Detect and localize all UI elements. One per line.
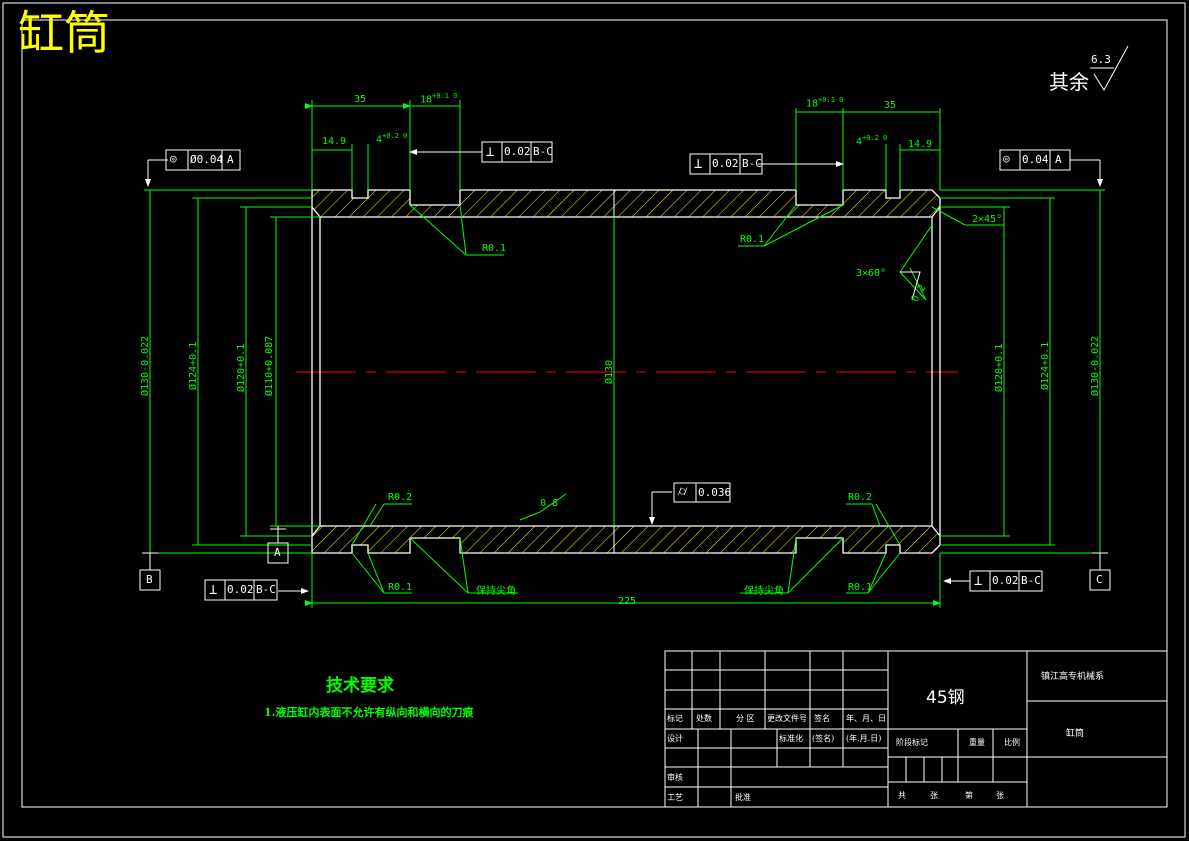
roughness-label: 其余 (1049, 70, 1089, 94)
drawing-title: 缸筒 (18, 6, 110, 60)
dim-length: 225 (618, 596, 637, 607)
tol-top-left-perp-datum: B-C (533, 145, 553, 158)
tb-label-mark: 标记 (667, 714, 683, 723)
tb-label-weight: 重量 (969, 738, 985, 747)
dim-right-130: Ø130-0.022 (1090, 335, 1101, 396)
roughness-value: 6.3 (1091, 53, 1111, 66)
tb-label-total: 共 (898, 791, 906, 800)
dim-top-right-14-9: 14.9 (908, 139, 933, 150)
datum-c: C (1096, 573, 1103, 586)
tol-top-right-perp-symbol: ⊥ (694, 156, 703, 172)
tol-left-coax-value: Ø0.04 (190, 153, 224, 166)
tb-label-date: 年、月、日 (846, 714, 886, 723)
dim-r01-b: R0.1 (740, 234, 765, 245)
datum-a: A (274, 546, 281, 559)
tb-label-design: 设计 (667, 734, 683, 743)
tb-label-stage-mark: 阶段标记 (896, 738, 928, 747)
tol-cyl-symbol: ⌭ (678, 484, 688, 499)
title-block-part-name: 缸筒 (1066, 729, 1085, 739)
tb-label-sheet: 张 (930, 791, 938, 800)
dim-mid-130: Ø130 (604, 359, 615, 384)
tb-label-standard: 标准化 (779, 734, 803, 743)
tb-label-change-doc: 更改文件号 (767, 714, 807, 723)
dim-top-left-4: 4+0.2 0 (376, 132, 408, 146)
dim-r01-d: R0.1 (848, 582, 873, 593)
tb-label-check: 审核 (667, 773, 683, 782)
tol-cyl-value: 0.036 (698, 486, 732, 499)
title-block-school: 镇江高专机械系 (1041, 672, 1105, 682)
outer-frame (2, 2, 1186, 838)
tol-right-coax-value: 0.04 (1022, 153, 1049, 166)
tb-label-sheet2: 张 (996, 791, 1004, 800)
dim-sharp-corner-a: 保持尖角 (476, 586, 516, 597)
dim-right-124: Ø124+0.1 (1040, 341, 1051, 390)
dim-chamfer-outer: 2×45° (972, 214, 1003, 225)
dim-chamfer-inner: 3×60° (856, 268, 887, 279)
tech-requirement-item: 1.液压缸内表面不允许有纵向和横向的刀痕 (264, 706, 474, 719)
dim-top-right-18: 18+0.1 0 (806, 96, 844, 110)
tol-top-left-perp-value: 0.02 (504, 145, 531, 158)
tol-left-coax-datum: A (227, 153, 234, 166)
tech-requirements-title: 技术要求 (326, 676, 394, 696)
tb-label-sign2: (签名) (812, 734, 835, 743)
tol-right-coax-symbol: ◎ (1003, 152, 1010, 165)
tol-bottom-right-perp-value: 0.02 (992, 574, 1019, 587)
dim-right-120: Ø120+0.1 (994, 343, 1005, 392)
tol-bottom-left-perp-datum: B-C (256, 583, 276, 596)
dim-r02-a: R0.2 (388, 492, 413, 503)
tol-bottom-right-perp-datum: B-C (1021, 574, 1041, 587)
dim-top-right-4: 4+0.2 0 (856, 134, 888, 148)
dim-top-right-35: 35 (884, 100, 897, 111)
tb-label-zone: 分 区 (736, 714, 755, 723)
dim-top-left-35: 35 (354, 94, 367, 105)
tb-label-count: 处数 (696, 714, 712, 723)
tol-left-coax-symbol: ◎ (170, 152, 177, 165)
dim-r01-a: R0.1 (482, 243, 507, 254)
top-wall-section (311, 189, 941, 218)
tb-label-scale: 比例 (1004, 738, 1020, 747)
dim-top-left-14-9: 14.9 (322, 136, 347, 147)
drawing-canvas (2, 2, 1186, 838)
tb-label-approve: 批准 (735, 793, 751, 802)
inner-frame (21, 19, 1168, 808)
tb-label-ymd: (年.月.日) (846, 734, 882, 743)
dim-r01-c: R0.1 (388, 582, 413, 593)
tol-top-right-perp-value: 0.02 (712, 157, 739, 170)
tb-label-no: 第 (965, 791, 973, 800)
tol-right-coax-datum: A (1055, 153, 1062, 166)
dim-left-120: Ø120+0.1 (236, 343, 247, 392)
dim-left-124: Ø124+0.1 (188, 341, 199, 390)
tol-bottom-left-perp-symbol: ⊥ (209, 582, 218, 598)
dim-top-left-18: 18+0.1 0 (420, 92, 458, 106)
tol-bottom-right-perp-symbol: ⊥ (974, 573, 983, 589)
tb-label-sign: 签名 (814, 714, 830, 723)
tol-bottom-left-perp-value: 0.02 (227, 583, 254, 596)
tb-label-process: 工艺 (667, 793, 683, 802)
dim-r02-b: R0.2 (848, 492, 873, 503)
dim-left-110: Ø110+0.087 (264, 335, 275, 396)
bottom-wall-section (311, 525, 941, 554)
dim-sharp-corner-b: 保持尖角 (744, 586, 784, 597)
dim-left-130: Ø130-0.022 (140, 335, 151, 396)
dim-rough-08: 0.8 (540, 498, 559, 509)
tol-top-right-perp-datum: B-C (742, 157, 762, 170)
datum-b: B (146, 573, 153, 586)
title-block-material: 45钢 (926, 688, 965, 708)
tol-top-left-perp-symbol: ⊥ (486, 144, 495, 160)
